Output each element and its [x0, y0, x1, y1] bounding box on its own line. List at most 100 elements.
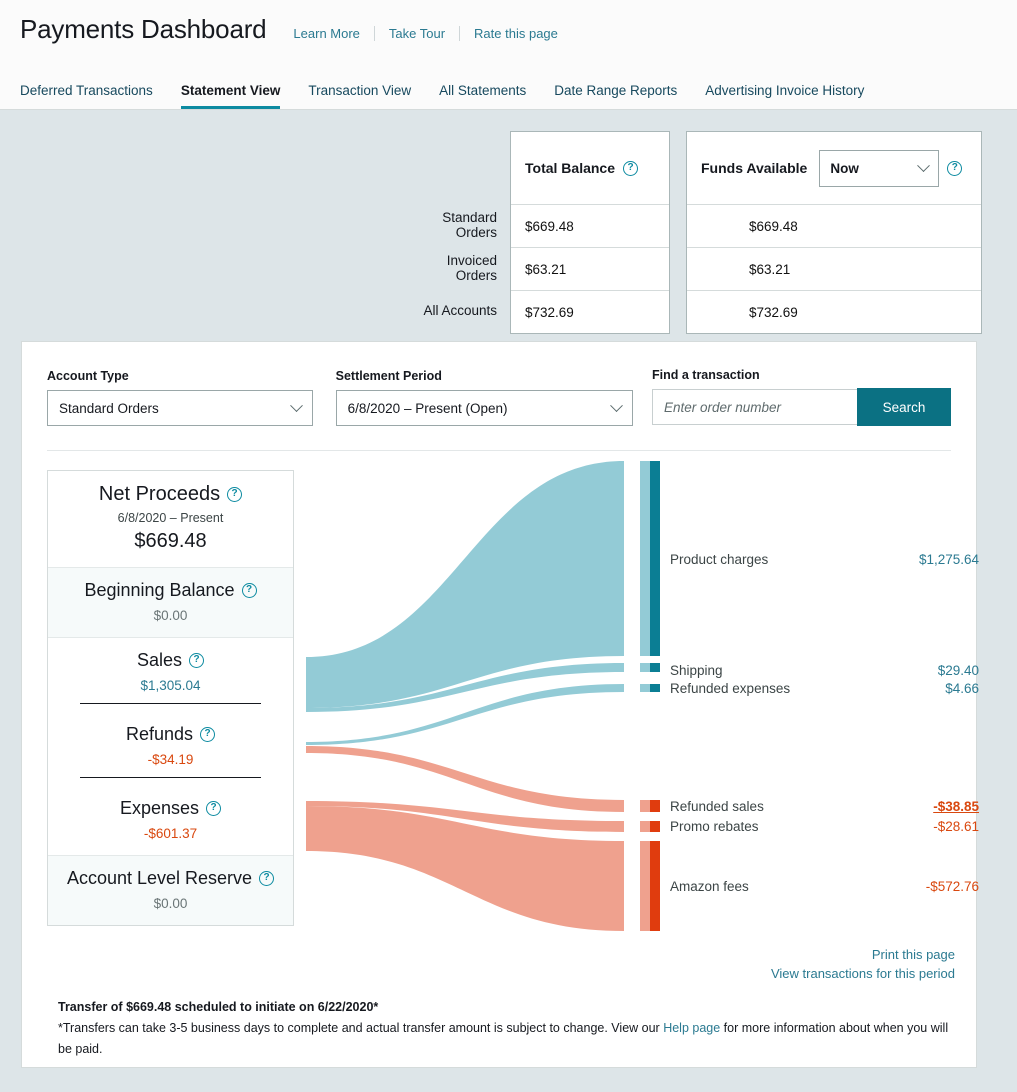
- beginning-balance-title: Beginning Balance ?: [58, 580, 283, 601]
- help-icon[interactable]: ?: [206, 801, 222, 816]
- search-input[interactable]: [652, 389, 858, 425]
- sales-value: $1,305.04: [140, 678, 201, 693]
- search-button[interactable]: Search: [857, 388, 951, 426]
- sankey-label-name: Refunded expenses: [670, 681, 791, 696]
- sales-label: Sales: [136, 650, 183, 670]
- account-type-label: Account Type: [47, 369, 129, 383]
- sankey-label-amount: $4.66: [945, 681, 979, 696]
- total-balance-invoiced-orders: $63.21: [511, 247, 669, 290]
- chevron-down-icon: [289, 398, 303, 412]
- funds-available-column: Funds Available Now ? $669.48 $63.21 $73…: [686, 131, 982, 334]
- sankey-link-cap-amazon-fees: [640, 841, 650, 931]
- tab-advertising-invoice-history[interactable]: Advertising Invoice History: [691, 83, 878, 109]
- balance-summary-table: Standard Orders Invoiced Orders All Acco…: [388, 131, 982, 334]
- refunds-rule: [80, 777, 261, 778]
- net-proceeds-period: 6/8/2020 – Present: [117, 511, 224, 525]
- header-link-take-tour[interactable]: Take Tour: [375, 26, 459, 41]
- total-balance-all-accounts: $732.69: [511, 290, 669, 333]
- account-level-reserve-value: $0.00: [153, 896, 188, 911]
- expenses-label: Expenses: [119, 798, 200, 818]
- header-link-rate-this-page[interactable]: Rate this page: [460, 26, 572, 41]
- tab-deferred-transactions[interactable]: Deferred Transactions: [20, 83, 167, 109]
- sankey-label-name: Shipping: [670, 663, 723, 678]
- disclaimer-part-1: *Transfers can take 3-5 business days to…: [58, 1021, 664, 1035]
- total-balance-column: Total Balance ? $669.48 $63.21 $732.69: [510, 131, 670, 334]
- help-icon[interactable]: ?: [189, 653, 205, 668]
- sales-rule: [80, 703, 261, 704]
- help-page-link[interactable]: Help page: [663, 1021, 720, 1035]
- net-proceeds-summary: Net Proceeds ? 6/8/2020 – Present $669.4…: [47, 470, 294, 926]
- sankey-node-amazon-fees[interactable]: [650, 841, 660, 931]
- funds-period-value: Now: [830, 160, 859, 176]
- refunds-block: Refunds ? -$34.19: [48, 718, 293, 792]
- print-this-page-link[interactable]: Print this page: [771, 945, 955, 964]
- sankey-node-shipping[interactable]: [650, 663, 660, 672]
- refunds-title: Refunds ?: [58, 724, 283, 745]
- total-balance-header: Total Balance ?: [511, 132, 669, 204]
- sankey-label-product-charges[interactable]: Product charges $1,275.64: [670, 552, 979, 567]
- beginning-balance-label: Beginning Balance: [84, 580, 235, 600]
- expenses-title: Expenses ?: [58, 798, 283, 819]
- tab-all-statements[interactable]: All Statements: [425, 83, 540, 109]
- settlement-period-select[interactable]: 6/8/2020 – Present (Open): [335, 390, 633, 426]
- sankey-node-promo-rebates[interactable]: [650, 821, 660, 832]
- sankey-label-name: Product charges: [670, 552, 769, 567]
- sankey-label-refunded-sales[interactable]: Refunded sales -$38.85: [670, 799, 979, 814]
- transfer-disclaimer: *Transfers can take 3-5 business days to…: [58, 1018, 958, 1060]
- funds-available-all-accounts: $732.69: [687, 290, 981, 333]
- balance-row-label-all-accounts: All Accounts: [423, 303, 497, 318]
- funds-available-header-label: Funds Available: [701, 160, 808, 176]
- sankey-label-refunded-expenses[interactable]: Refunded expenses $4.66: [670, 681, 979, 696]
- account-type-field: Account Type Standard Orders: [47, 369, 313, 426]
- sankey-label-name: Amazon fees: [670, 879, 749, 894]
- help-icon[interactable]: ?: [623, 160, 638, 176]
- help-icon[interactable]: ?: [259, 871, 275, 886]
- sankey-node-product-charges[interactable]: [650, 461, 660, 656]
- view-transactions-link[interactable]: View transactions for this period: [771, 964, 955, 983]
- tab-transaction-view[interactable]: Transaction View: [294, 83, 425, 109]
- sankey-label-amount[interactable]: -$38.85: [933, 799, 979, 814]
- chevron-down-icon: [610, 398, 623, 412]
- sankey-label-shipping[interactable]: Shipping $29.40: [670, 663, 979, 678]
- find-transaction-field: Find a transaction Search: [652, 368, 951, 426]
- footer-links: Print this page View transactions for th…: [771, 945, 955, 983]
- funds-available-standard-orders: $669.48: [687, 204, 981, 247]
- help-icon[interactable]: ?: [947, 160, 963, 176]
- header-link-learn-more[interactable]: Learn More: [279, 26, 373, 41]
- tab-date-range-reports[interactable]: Date Range Reports: [540, 83, 691, 109]
- help-icon[interactable]: ?: [200, 727, 216, 742]
- chevron-down-icon: [917, 158, 931, 172]
- sankey-node-refunded-expenses[interactable]: [650, 684, 660, 692]
- funds-available-invoiced-orders: $63.21: [687, 247, 981, 290]
- title-row: Payments Dashboard Learn More Take Tour …: [0, 0, 1017, 45]
- sales-block: Sales ? $1,305.04: [48, 638, 293, 718]
- expenses-value: -$601.37: [143, 826, 198, 841]
- account-level-reserve-title: Account Level Reserve ?: [58, 868, 283, 889]
- sankey-nodes: [650, 461, 660, 931]
- tab-statement-view[interactable]: Statement View: [167, 83, 295, 109]
- sankey-node-refunded-sales[interactable]: [650, 800, 660, 812]
- refunds-value: -$34.19: [147, 752, 194, 767]
- help-icon[interactable]: ?: [227, 487, 243, 502]
- sankey-link-cap-promo-rebates: [640, 821, 650, 832]
- account-level-reserve-block: Account Level Reserve ? $0.00: [48, 855, 293, 925]
- net-proceeds-block: Net Proceeds ? 6/8/2020 – Present $669.4…: [48, 471, 293, 567]
- sankey-link-cap-product-charges: [640, 461, 650, 656]
- beginning-balance-value: $0.00: [153, 608, 188, 623]
- filter-bar: Account Type Standard Orders Settlement …: [22, 342, 976, 426]
- settlement-period-field: Settlement Period 6/8/2020 – Present (Op…: [335, 369, 633, 426]
- sankey-label-amazon-fees[interactable]: Amazon fees -$572.76: [670, 879, 979, 894]
- sankey-links: [306, 461, 624, 931]
- sankey-link-cap-shipping: [640, 663, 650, 672]
- header-links: Learn More Take Tour Rate this page: [279, 26, 571, 41]
- balance-row-label-invoiced-orders: Invoiced Orders: [446, 252, 497, 283]
- sankey-link-endcaps: [640, 461, 650, 931]
- sankey-label-name: Refunded sales: [670, 799, 764, 814]
- account-type-select[interactable]: Standard Orders: [47, 390, 313, 426]
- sankey-label-promo-rebates[interactable]: Promo rebates -$28.61: [670, 819, 979, 834]
- funds-available-header: Funds Available Now ?: [687, 132, 981, 204]
- net-proceeds-amount: $669.48: [134, 530, 207, 552]
- footer-note: Transfer of $669.48 scheduled to initiat…: [58, 997, 958, 1060]
- help-icon[interactable]: ?: [241, 583, 257, 598]
- funds-period-select[interactable]: Now: [819, 149, 940, 187]
